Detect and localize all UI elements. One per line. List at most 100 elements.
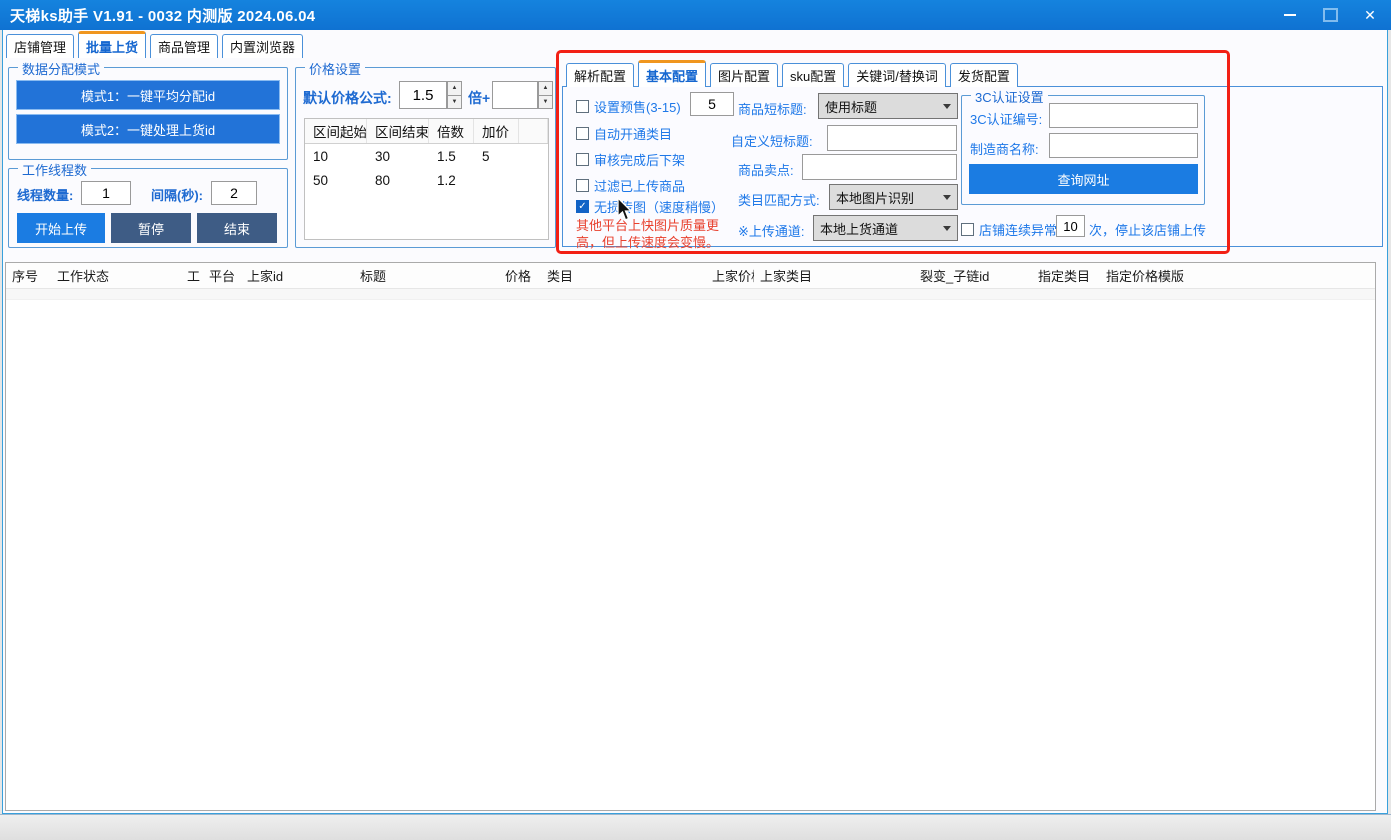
shop-abnormal-suffix: 次，停止该店铺上传	[1089, 220, 1206, 239]
custom-title-input[interactable]	[827, 125, 957, 151]
auto-category-checkbox-row[interactable]: 自动开通类目	[576, 124, 672, 143]
cfgtab-keywords[interactable]: 关键词/替换词	[848, 63, 946, 87]
tab-builtin-browser[interactable]: 内置浏览器	[222, 34, 303, 58]
price-table-header: 区间起始 区间结束 倍数 加价	[305, 119, 548, 144]
cell-multiplier: 1.2	[429, 173, 474, 188]
filter-uploaded-checkbox[interactable]	[576, 179, 589, 192]
cert-no-input[interactable]	[1049, 103, 1198, 128]
stop-button[interactable]: 结束	[197, 213, 277, 243]
cert-3c-group-title: 3C认证设置	[971, 87, 1048, 106]
close-button[interactable]: ✕	[1357, 2, 1383, 28]
shop-abnormal-prefix: 店铺连续异常	[979, 220, 1057, 239]
col-platform[interactable]: 平台	[203, 266, 241, 285]
cfgtab-parse[interactable]: 解析配置	[566, 63, 634, 87]
price-settings-group-title: 价格设置	[305, 59, 365, 78]
col-multiplier: 倍数	[429, 119, 474, 143]
col-fission-sublink-id[interactable]: 裂变_子链id	[914, 266, 1032, 285]
price-range-table[interactable]: 区间起始 区间结束 倍数 加价 10 30 1.5 5 50 80 1.2	[304, 118, 549, 240]
spin-up-icon[interactable]: ▲	[447, 81, 462, 96]
delist-after-review-label: 审核完成后下架	[594, 150, 685, 169]
col-seller-price[interactable]: 上家价格	[706, 266, 754, 285]
mouse-cursor-icon	[617, 197, 635, 223]
chevron-down-icon	[943, 104, 951, 109]
presale-days-input[interactable]	[690, 92, 734, 116]
formula-multiplier-input[interactable]	[399, 81, 447, 109]
upload-task-grid[interactable]: 序号 工作状态 工 平台 上家id 标题 价格 类目 上家价格 上家类目 裂变_…	[5, 262, 1376, 811]
col-seq[interactable]: 序号	[6, 266, 51, 285]
short-title-value: 使用标题	[825, 97, 877, 116]
cell-multiplier: 1.5	[429, 149, 474, 164]
filter-uploaded-checkbox-row[interactable]: 过滤已上传商品	[576, 176, 685, 195]
spin-down-icon[interactable]: ▼	[538, 96, 553, 110]
pause-button[interactable]: 暂停	[111, 213, 191, 243]
col-range-start: 区间起始	[305, 119, 367, 143]
delist-after-review-checkbox[interactable]	[576, 153, 589, 166]
col-assigned-price-template[interactable]: 指定价格模版	[1100, 266, 1375, 285]
col-seller-category[interactable]: 上家类目	[754, 266, 914, 285]
auto-category-checkbox[interactable]	[576, 127, 589, 140]
auto-category-label: 自动开通类目	[594, 124, 672, 143]
col-assigned-category[interactable]: 指定类目	[1032, 266, 1100, 285]
spin-up-icon[interactable]: ▲	[538, 81, 553, 96]
presale-checkbox[interactable]	[576, 100, 589, 113]
cfgtab-shipping[interactable]: 发货配置	[950, 63, 1018, 87]
start-upload-button[interactable]: 开始上传	[17, 213, 105, 243]
tab-shop-manage[interactable]: 店铺管理	[6, 34, 74, 58]
price-table-row[interactable]: 10 30 1.5 5	[305, 144, 548, 168]
mode2-button[interactable]: 模式2：一键处理上货id	[16, 114, 280, 144]
maximize-icon	[1323, 8, 1338, 22]
presale-label: 设置预售(3-15)	[594, 97, 681, 116]
lossless-image-checkbox[interactable]: ✓	[576, 200, 589, 213]
query-url-button[interactable]: 查询网址	[969, 164, 1198, 194]
presale-checkbox-row[interactable]: 设置预售(3-15)	[576, 97, 681, 116]
warning-text-line2: 高，但上传速度会变慢。	[576, 232, 719, 251]
data-mode-group: 数据分配模式 模式1：一键平均分配id 模式2：一键处理上货id	[8, 67, 288, 160]
mode1-button[interactable]: 模式1：一键平均分配id	[16, 80, 280, 110]
category-match-value: 本地图片识别	[836, 188, 914, 207]
selling-point-input[interactable]	[802, 154, 957, 180]
price-table-row[interactable]: 50 80 1.2	[305, 168, 548, 192]
cell-range-start: 10	[305, 149, 367, 164]
grid-header-row: 序号 工作状态 工 平台 上家id 标题 价格 类目 上家价格 上家类目 裂变_…	[6, 263, 1375, 289]
col-category[interactable]: 类目	[541, 266, 706, 285]
tab-product-manage[interactable]: 商品管理	[150, 34, 218, 58]
cell-range-start: 50	[305, 173, 367, 188]
filter-uploaded-label: 过滤已上传商品	[594, 176, 685, 195]
price-addition-spinner[interactable]: ▲ ▼	[538, 81, 553, 109]
tab-batch-upload[interactable]: 批量上货	[78, 31, 146, 58]
delist-after-review-checkbox-row[interactable]: 审核完成后下架	[576, 150, 685, 169]
interval-input[interactable]	[211, 181, 257, 205]
formula-multiplier-spinner[interactable]: ▲ ▼	[447, 81, 462, 109]
lossless-image-checkbox-row[interactable]: ✓ 无损传图（速度稍慢）	[576, 197, 724, 216]
cfgtab-basic[interactable]: 基本配置	[638, 60, 706, 87]
cfgtab-sku[interactable]: sku配置	[782, 63, 844, 87]
cell-range-end: 80	[367, 173, 429, 188]
custom-title-label: 自定义短标题:	[731, 131, 813, 150]
col-work[interactable]: 工	[181, 266, 203, 285]
maker-name-label: 制造商名称:	[970, 139, 1039, 158]
upload-channel-select[interactable]: 本地上货通道	[813, 215, 958, 241]
cfgtab-image[interactable]: 图片配置	[710, 63, 778, 87]
col-work-status[interactable]: 工作状态	[51, 266, 181, 285]
thread-count-label: 线程数量:	[17, 185, 73, 204]
maker-name-input[interactable]	[1049, 133, 1198, 158]
cell-range-end: 30	[367, 149, 429, 164]
worker-thread-group-title: 工作线程数	[18, 160, 91, 179]
short-title-select[interactable]: 使用标题	[818, 93, 958, 119]
col-seller-id[interactable]: 上家id	[241, 266, 354, 285]
upload-channel-value: 本地上货通道	[820, 219, 898, 238]
interval-label: 间隔(秒):	[151, 185, 203, 204]
price-addition-input[interactable]	[492, 81, 538, 109]
worker-thread-group: 工作线程数 线程数量: 间隔(秒): 开始上传 暂停 结束	[8, 168, 288, 248]
abnormal-count-input[interactable]	[1056, 215, 1085, 237]
minimize-button[interactable]	[1277, 2, 1303, 28]
spin-down-icon[interactable]: ▼	[447, 96, 462, 110]
category-match-select[interactable]: 本地图片识别	[829, 184, 958, 210]
shop-abnormal-checkbox[interactable]	[961, 223, 974, 236]
shop-abnormal-checkbox-row[interactable]: 店铺连续异常	[961, 220, 1057, 239]
default-formula-label: 默认价格公式:	[303, 88, 392, 108]
col-price[interactable]: 价格	[499, 266, 541, 285]
maximize-button[interactable]	[1317, 2, 1343, 28]
col-title[interactable]: 标题	[354, 266, 499, 285]
thread-count-input[interactable]	[81, 181, 131, 205]
